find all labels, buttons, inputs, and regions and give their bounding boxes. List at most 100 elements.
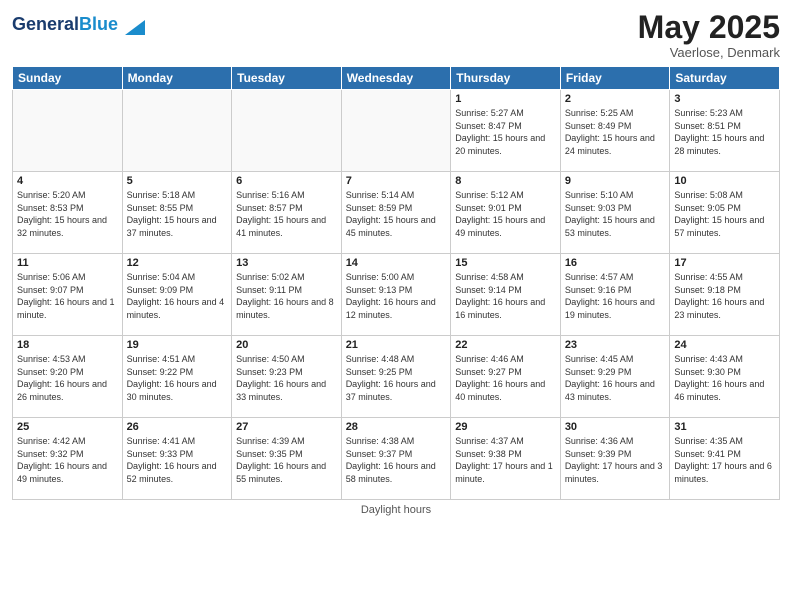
calendar-cell: 31 Sunrise: 4:35 AM Sunset: 9:41 PM Dayli… — [670, 418, 780, 500]
calendar-cell: 15 Sunrise: 4:58 AM Sunset: 9:14 PM Dayli… — [451, 254, 561, 336]
day-info: Sunrise: 5:27 AM Sunset: 8:47 PM Dayligh… — [455, 107, 556, 157]
calendar-cell: 26Sunrise: 4:41 AM Sunset: 9:33 PM Dayli… — [122, 418, 232, 500]
day-info: Sunrise: 5:16 AM Sunset: 8:57 PM Dayligh… — [236, 189, 337, 239]
calendar-cell — [232, 90, 342, 172]
day-number: 13 — [236, 257, 337, 269]
day-number: 19 — [127, 339, 228, 351]
day-number: 16 — [565, 257, 666, 269]
page: GeneralBlue May 2025 Vaerlose, Denmark S… — [0, 0, 792, 612]
calendar-day-header: Thursday — [451, 67, 561, 90]
day-number: 21 — [346, 339, 447, 351]
calendar-cell: 23Sunrise: 4:45 AM Sunset: 9:29 PM Dayli… — [560, 336, 670, 418]
day-number: 24 — [674, 339, 775, 351]
day-number: 25 — [17, 421, 118, 433]
day-info: Sunrise: 5:14 AM Sunset: 8:59 PM Dayligh… — [346, 189, 447, 239]
calendar-day-header: Saturday — [670, 67, 780, 90]
calendar-cell: 3 Sunrise: 5:23 AM Sunset: 8:51 PM Daylig… — [670, 90, 780, 172]
day-info: Sunrise: 5:06 AM Sunset: 9:07 PM Dayligh… — [17, 271, 118, 321]
calendar-week-row: 11 Sunrise: 5:06 AM Sunset: 9:07 PM Dayli… — [13, 254, 780, 336]
day-info: Sunrise: 5:25 AM Sunset: 8:49 PM Dayligh… — [565, 107, 666, 157]
day-number: 1 — [455, 93, 556, 105]
day-info: Sunrise: 5:20 AM Sunset: 8:53 PM Dayligh… — [17, 189, 118, 239]
day-number: 11 — [17, 257, 118, 269]
day-number: 31 — [674, 421, 775, 433]
calendar-day-header: Tuesday — [232, 67, 342, 90]
day-number: 15 — [455, 257, 556, 269]
calendar-cell — [341, 90, 451, 172]
calendar-cell: 19 Sunrise: 4:51 AM Sunset: 9:22 PM Dayli… — [122, 336, 232, 418]
logo-icon — [120, 10, 150, 40]
calendar-cell: 20 Sunrise: 4:50 AM Sunset: 9:23 PM Dayli… — [232, 336, 342, 418]
calendar-cell — [122, 90, 232, 172]
logo-general: General — [12, 14, 79, 34]
day-info: Sunrise: 4:35 AM Sunset: 9:41 PM Dayligh… — [674, 435, 775, 485]
day-info: Sunrise: 5:04 AM Sunset: 9:09 PM Dayligh… — [127, 271, 228, 321]
day-number: 6 — [236, 175, 337, 187]
logo: GeneralBlue — [12, 10, 150, 40]
logo-blue: Blue — [79, 14, 118, 34]
day-number: 10 — [674, 175, 775, 187]
day-number: 3 — [674, 93, 775, 105]
day-number: 4 — [17, 175, 118, 187]
day-number: 5 — [127, 175, 228, 187]
calendar-cell: 14 Sunrise: 5:00 AM Sunset: 9:13 PM Dayli… — [341, 254, 451, 336]
day-info: Sunrise: 5:00 AM Sunset: 9:13 PM Dayligh… — [346, 271, 447, 321]
day-info: Sunrise: 5:12 AM Sunset: 9:01 PM Dayligh… — [455, 189, 556, 239]
day-number: 29 — [455, 421, 556, 433]
day-info: Sunrise: 4:41 AM Sunset: 9:33 PM Dayligh… — [127, 435, 228, 485]
calendar-cell: 21 Sunrise: 4:48 AM Sunset: 9:25 PM Dayli… — [341, 336, 451, 418]
day-info: Sunrise: 4:51 AM Sunset: 9:22 PM Dayligh… — [127, 353, 228, 403]
calendar-cell: 22Sunrise: 4:46 AM Sunset: 9:27 PM Dayli… — [451, 336, 561, 418]
calendar-cell: 28Sunrise: 4:38 AM Sunset: 9:37 PM Dayli… — [341, 418, 451, 500]
day-info: Sunrise: 5:10 AM Sunset: 9:03 PM Dayligh… — [565, 189, 666, 239]
calendar-cell: 2Sunrise: 5:25 AM Sunset: 8:49 PM Daylig… — [560, 90, 670, 172]
calendar-cell: 4 Sunrise: 5:20 AM Sunset: 8:53 PM Daylig… — [13, 172, 123, 254]
day-info: Sunrise: 4:53 AM Sunset: 9:20 PM Dayligh… — [17, 353, 118, 403]
calendar-cell: 18Sunrise: 4:53 AM Sunset: 9:20 PM Dayli… — [13, 336, 123, 418]
calendar-cell: 11 Sunrise: 5:06 AM Sunset: 9:07 PM Dayli… — [13, 254, 123, 336]
day-info: Sunrise: 4:42 AM Sunset: 9:32 PM Dayligh… — [17, 435, 118, 485]
calendar-week-row: 1 Sunrise: 5:27 AM Sunset: 8:47 PM Daylig… — [13, 90, 780, 172]
title-block: May 2025 Vaerlose, Denmark — [638, 10, 780, 60]
calendar-cell: 24 Sunrise: 4:43 AM Sunset: 9:30 PM Dayli… — [670, 336, 780, 418]
day-info: Sunrise: 5:08 AM Sunset: 9:05 PM Dayligh… — [674, 189, 775, 239]
day-number: 28 — [346, 421, 447, 433]
day-info: Sunrise: 4:36 AM Sunset: 9:39 PM Dayligh… — [565, 435, 666, 485]
day-number: 14 — [346, 257, 447, 269]
day-info: Sunrise: 5:23 AM Sunset: 8:51 PM Dayligh… — [674, 107, 775, 157]
day-info: Sunrise: 4:39 AM Sunset: 9:35 PM Dayligh… — [236, 435, 337, 485]
calendar-cell: 10 Sunrise: 5:08 AM Sunset: 9:05 PM Dayli… — [670, 172, 780, 254]
calendar-cell: 1 Sunrise: 5:27 AM Sunset: 8:47 PM Daylig… — [451, 90, 561, 172]
day-number: 20 — [236, 339, 337, 351]
calendar-cell: 17Sunrise: 4:55 AM Sunset: 9:18 PM Dayli… — [670, 254, 780, 336]
day-number: 8 — [455, 175, 556, 187]
day-info: Sunrise: 4:37 AM Sunset: 9:38 PM Dayligh… — [455, 435, 556, 485]
calendar-week-row: 25 Sunrise: 4:42 AM Sunset: 9:32 PM Dayli… — [13, 418, 780, 500]
calendar-week-row: 4 Sunrise: 5:20 AM Sunset: 8:53 PM Daylig… — [13, 172, 780, 254]
day-number: 30 — [565, 421, 666, 433]
day-info: Sunrise: 4:48 AM Sunset: 9:25 PM Dayligh… — [346, 353, 447, 403]
calendar-header-row: SundayMondayTuesdayWednesdayThursdayFrid… — [13, 67, 780, 90]
day-info: Sunrise: 4:43 AM Sunset: 9:30 PM Dayligh… — [674, 353, 775, 403]
day-number: 23 — [565, 339, 666, 351]
calendar-cell: 25 Sunrise: 4:42 AM Sunset: 9:32 PM Dayli… — [13, 418, 123, 500]
calendar-cell: 6 Sunrise: 5:16 AM Sunset: 8:57 PM Daylig… — [232, 172, 342, 254]
calendar-cell: 8 Sunrise: 5:12 AM Sunset: 9:01 PM Daylig… — [451, 172, 561, 254]
calendar-cell: 12 Sunrise: 5:04 AM Sunset: 9:09 PM Dayli… — [122, 254, 232, 336]
day-info: Sunrise: 4:57 AM Sunset: 9:16 PM Dayligh… — [565, 271, 666, 321]
calendar-cell: 30 Sunrise: 4:36 AM Sunset: 9:39 PM Dayli… — [560, 418, 670, 500]
calendar-cell: 9Sunrise: 5:10 AM Sunset: 9:03 PM Daylig… — [560, 172, 670, 254]
month-title: May 2025 — [638, 10, 780, 45]
location-subtitle: Vaerlose, Denmark — [638, 45, 780, 60]
calendar-cell: 13Sunrise: 5:02 AM Sunset: 9:11 PM Dayli… — [232, 254, 342, 336]
day-number: 7 — [346, 175, 447, 187]
day-number: 27 — [236, 421, 337, 433]
day-info: Sunrise: 4:58 AM Sunset: 9:14 PM Dayligh… — [455, 271, 556, 321]
calendar-day-header: Monday — [122, 67, 232, 90]
day-number: 17 — [674, 257, 775, 269]
day-info: Sunrise: 4:50 AM Sunset: 9:23 PM Dayligh… — [236, 353, 337, 403]
calendar-day-header: Wednesday — [341, 67, 451, 90]
calendar-cell: 29 Sunrise: 4:37 AM Sunset: 9:38 PM Dayli… — [451, 418, 561, 500]
day-number: 12 — [127, 257, 228, 269]
calendar-cell: 16 Sunrise: 4:57 AM Sunset: 9:16 PM Dayli… — [560, 254, 670, 336]
